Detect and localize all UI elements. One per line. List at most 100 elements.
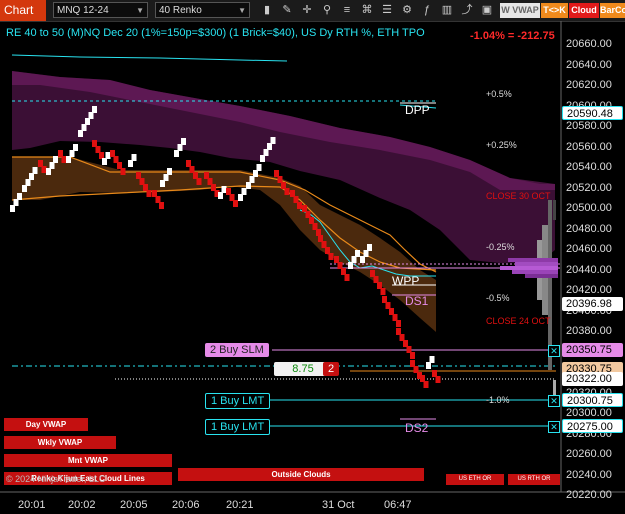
bar-type-selector[interactable]: 40 Renko ▼ xyxy=(155,2,250,18)
renko-brick xyxy=(355,250,360,257)
cancel-buy-slm-icon[interactable]: ✕ xyxy=(548,345,560,357)
copyright: © 2024 NinjaTrader, LLC xyxy=(6,474,106,484)
renko-brick xyxy=(95,146,101,153)
price-axis-label: 20440.00 xyxy=(566,263,612,276)
renko-brick xyxy=(29,173,34,180)
cancel-buy-lmt1-icon[interactable]: ✕ xyxy=(548,395,560,407)
renko-brick xyxy=(196,178,202,185)
wpp-label: WPP xyxy=(392,274,420,288)
chevron-down-icon: ▼ xyxy=(136,6,144,15)
renko-brick xyxy=(193,172,198,179)
renko-brick xyxy=(221,186,227,193)
weekly-vwap-line xyxy=(11,54,288,62)
buy-slm-order[interactable]: 2 Buy SLM xyxy=(205,343,269,357)
renko-brick xyxy=(69,150,75,157)
price-axis-label: 20660.00 xyxy=(566,38,612,50)
renko-brick xyxy=(270,137,276,144)
renko-brick xyxy=(302,205,307,212)
chart-menu-button[interactable]: Chart xyxy=(0,0,46,21)
bar-style-icon[interactable]: ▮ xyxy=(260,2,274,18)
renko-brick xyxy=(410,352,415,359)
renko-brick xyxy=(229,194,235,201)
strategy-icon[interactable]: ⌘ xyxy=(360,2,374,18)
renko-brick xyxy=(110,150,115,157)
renko-brick xyxy=(163,174,169,181)
renko-brick xyxy=(78,130,83,137)
buy-lmt-order-2[interactable]: 1 Buy LMT xyxy=(205,419,271,435)
renko-brick xyxy=(351,256,357,263)
minus-05-label: -0.5% xyxy=(486,293,510,303)
renko-brick xyxy=(204,172,209,179)
snapshot-icon[interactable]: ▣ xyxy=(480,2,494,18)
price-axis-label: 20260.00 xyxy=(566,448,612,460)
template-icon[interactable]: ≡ xyxy=(340,2,354,18)
price-axis-label: 20640.00 xyxy=(566,58,612,71)
time-label: 20:05 xyxy=(120,499,148,511)
barco-toggle[interactable]: BarCo xyxy=(600,3,625,18)
magnifier-icon[interactable]: ⚲ xyxy=(320,2,334,18)
renko-brick xyxy=(32,167,38,174)
properties-icon[interactable]: ⚙ xyxy=(400,2,414,18)
renko-brick xyxy=(143,184,148,191)
price-axis-label: 20540.00 xyxy=(566,161,612,173)
renko-brick xyxy=(413,366,419,373)
indicators-icon[interactable]: ƒ xyxy=(420,2,434,18)
renko-brick xyxy=(377,282,382,289)
position-quantity[interactable]: 2 xyxy=(323,362,339,376)
renko-brick xyxy=(312,223,318,230)
minus-025-label: -0.25% xyxy=(486,242,515,252)
renko-brick xyxy=(66,156,71,163)
chart-title: RE 40 to 50 (M)NQ Dec 20 (1%=150p=$300) … xyxy=(6,27,425,39)
crosshair-icon[interactable]: ✛ xyxy=(300,2,314,18)
renko-brick xyxy=(382,296,387,303)
price-axis-label: 20500.00 xyxy=(566,202,612,214)
time-label: 20:21 xyxy=(226,499,254,511)
renko-brick xyxy=(429,356,435,363)
us-eth-or-legend: US ETH OR xyxy=(446,474,504,485)
renko-brick xyxy=(17,193,22,200)
instrument-selector[interactable]: MNQ 12-24 ▼ xyxy=(53,2,148,18)
cancel-buy-lmt2-icon[interactable]: ✕ xyxy=(548,421,560,433)
renko-brick xyxy=(403,340,408,347)
renko-brick xyxy=(61,156,67,163)
renko-brick xyxy=(385,302,391,309)
renko-brick xyxy=(177,144,183,151)
renko-brick xyxy=(105,152,111,159)
price-axis-label: 20300.00 xyxy=(566,407,612,419)
pencil-icon[interactable]: ✎ xyxy=(280,2,294,18)
price-axis-label: 20560.00 xyxy=(566,140,612,153)
buy-lmt1-price-tag: 20300.75 xyxy=(562,393,623,407)
buy-lmt-order-1[interactable]: 1 Buy LMT xyxy=(205,393,271,409)
renko-brick xyxy=(253,170,258,177)
renko-brick xyxy=(49,162,55,169)
renko-brick xyxy=(46,168,51,175)
cloud-toggle[interactable]: Cloud xyxy=(569,3,599,18)
price-axis-label: 20380.00 xyxy=(566,325,612,337)
renko-brick xyxy=(293,196,299,203)
time-label: 06:47 xyxy=(384,499,412,511)
renko-brick xyxy=(241,188,247,195)
renko-brick xyxy=(396,320,401,327)
renko-brick xyxy=(10,205,15,212)
bars-icon[interactable]: ▥ xyxy=(440,2,454,18)
w-vwap-toggle[interactable]: W VWAP xyxy=(500,3,540,18)
renko-brick xyxy=(207,178,213,185)
price-axis-label: 20620.00 xyxy=(566,79,612,91)
renko-brick xyxy=(139,178,145,185)
renko-brick xyxy=(238,194,243,201)
outside-clouds-legend: Outside Clouds xyxy=(178,468,424,481)
share-icon[interactable]: ⤴ xyxy=(460,2,474,18)
renko-brick xyxy=(328,253,334,260)
tk-toggle[interactable]: T<>K xyxy=(541,3,568,18)
renko-brick xyxy=(348,262,353,269)
renko-brick xyxy=(249,176,255,183)
renko-brick xyxy=(85,118,90,125)
renko-brick xyxy=(435,376,441,383)
renko-brick xyxy=(423,381,429,388)
unrealized-pnl: -1.04% = -212.75 xyxy=(470,30,555,42)
renko-brick xyxy=(38,160,43,167)
renko-brick xyxy=(233,200,238,207)
chart-trader-icon[interactable]: ☰ xyxy=(380,2,394,18)
renko-brick xyxy=(305,211,311,218)
renko-brick xyxy=(155,196,161,203)
